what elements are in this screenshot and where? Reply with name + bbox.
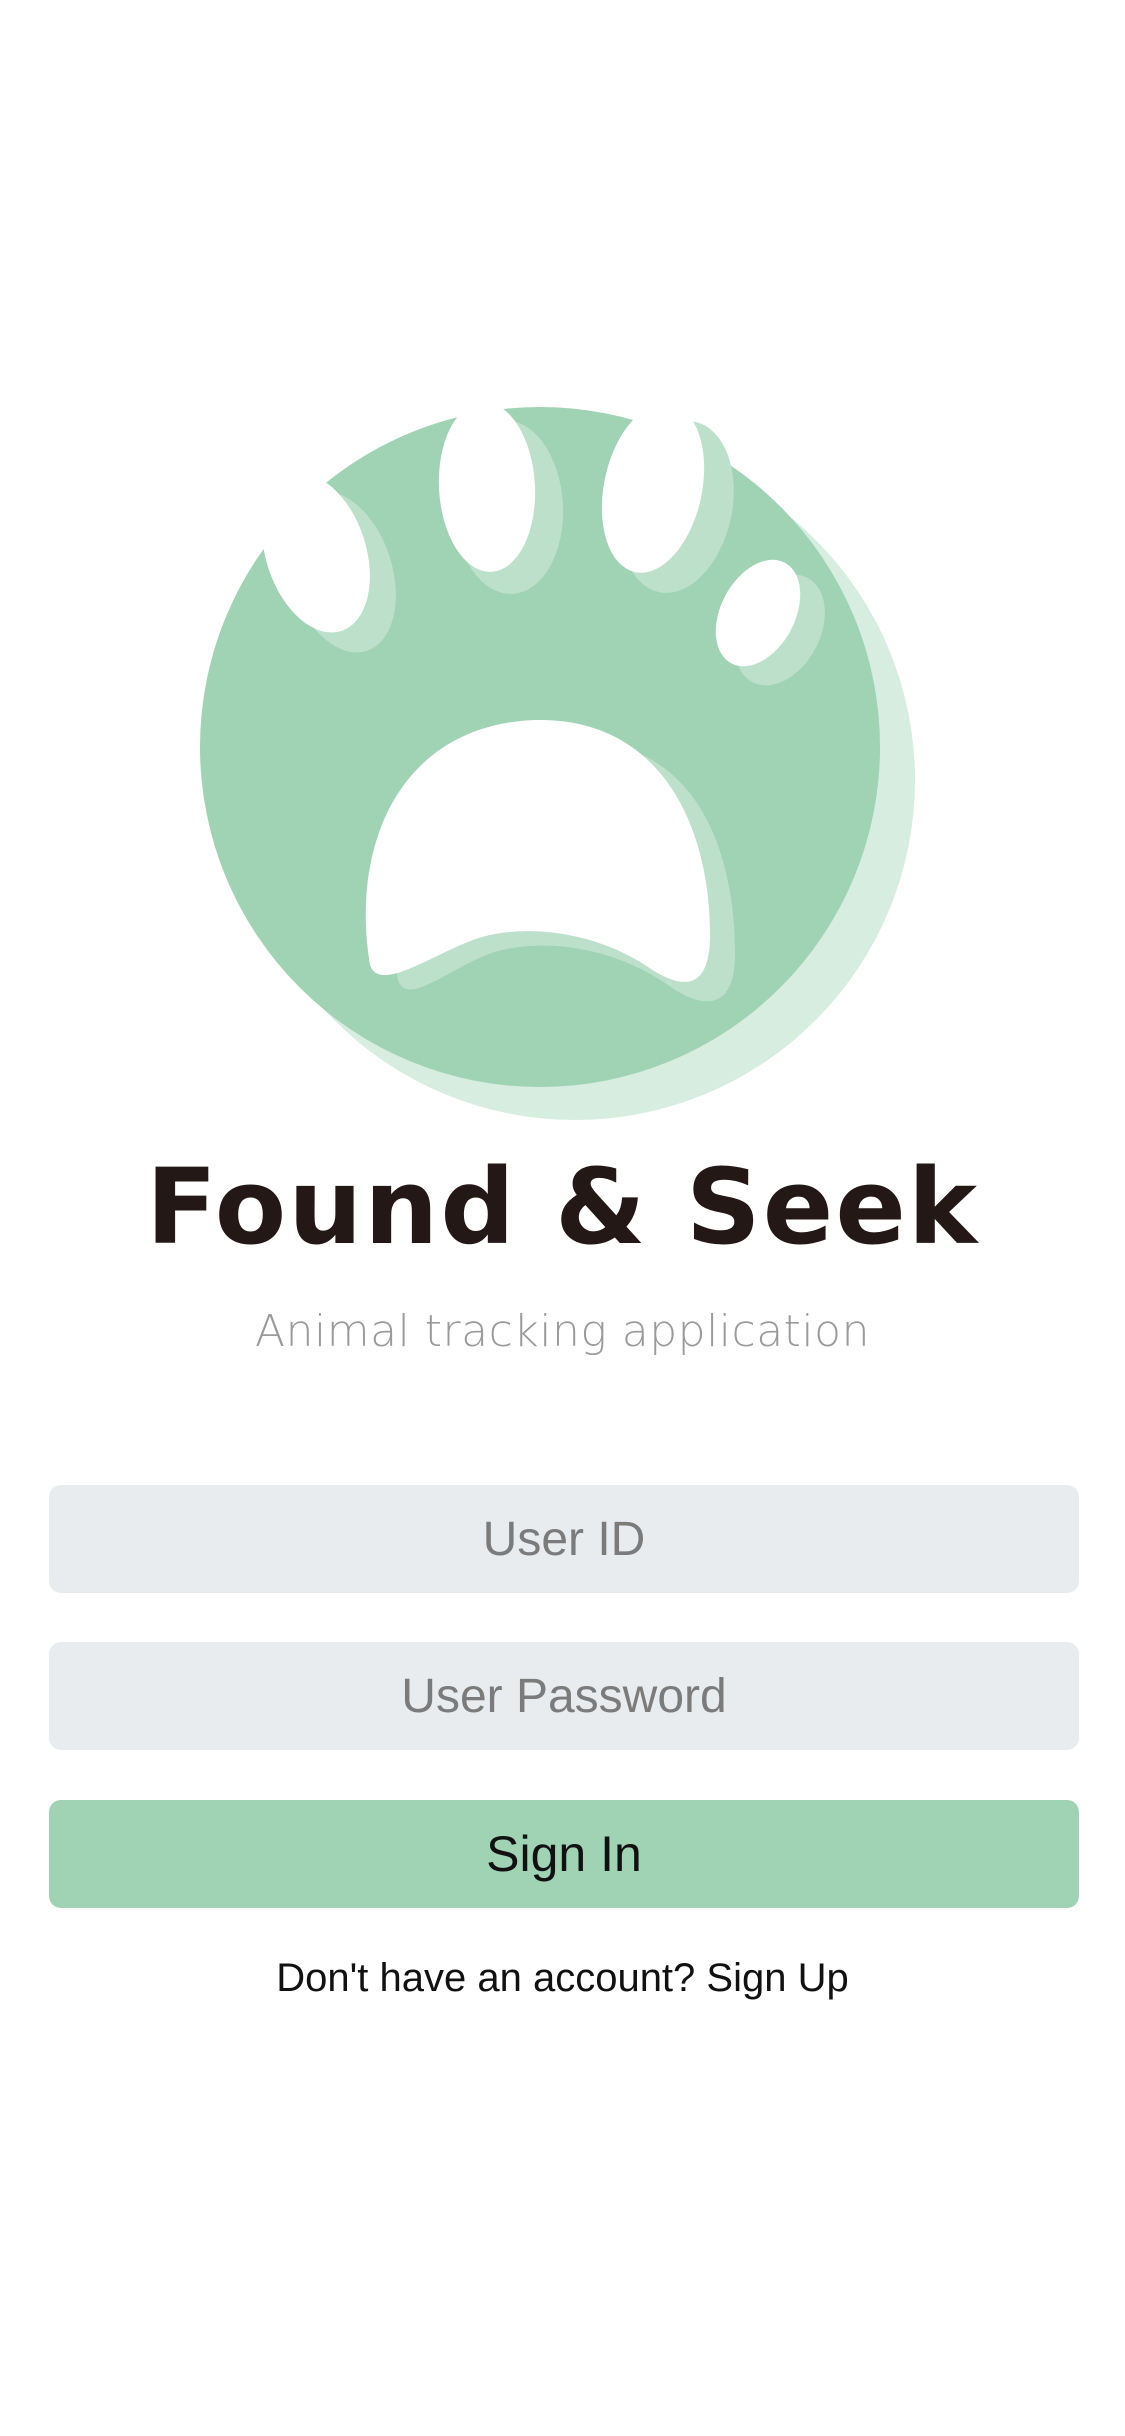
sign-in-button[interactable]: Sign In [49, 1800, 1079, 1908]
sign-up-link[interactable]: Sign Up [706, 1956, 848, 2000]
user-id-input[interactable] [49, 1485, 1079, 1593]
user-password-input[interactable] [49, 1642, 1079, 1750]
app-name: Found & Seek [145, 1146, 980, 1268]
app-tagline: Animal tracking application [255, 1306, 870, 1357]
signup-prompt: Don't have an account? Sign Up [0, 1958, 1125, 1998]
signup-prompt-text: Don't have an account? [276, 1956, 696, 2000]
paw-logo-icon [200, 402, 915, 1120]
